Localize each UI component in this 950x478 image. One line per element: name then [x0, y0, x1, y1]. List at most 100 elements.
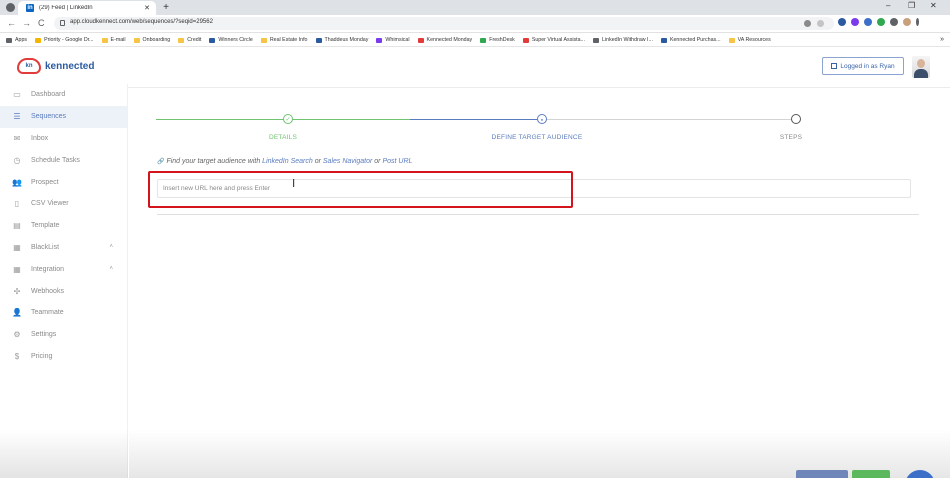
- bookmark-item[interactable]: VA Resources: [728, 37, 771, 43]
- cloud-logo-icon: kn: [17, 58, 41, 74]
- url-omnibox[interactable]: app.cloudkennect.com/web/sequences/?seqi…: [54, 17, 834, 30]
- bookmark-label: Real Estate Info: [269, 37, 308, 43]
- bookmark-item[interactable]: Kennected Monday: [417, 37, 472, 43]
- sidebar-item-template[interactable]: ▤ Template: [0, 215, 127, 237]
- sidebar-item-blacklist[interactable]: ▦ BlackList ˄: [0, 237, 127, 259]
- profile-avatar-icon[interactable]: [903, 18, 911, 26]
- teammate-icon: 👤: [12, 308, 22, 318]
- bookmarks-bar: Apps Priority - Google Dr... E-mail Onboard…: [0, 34, 950, 47]
- bookmark-label: Onboarding: [142, 37, 171, 43]
- bookmark-item[interactable]: Real Estate Info: [260, 37, 308, 43]
- gear-icon: ⚙: [13, 330, 21, 340]
- extension-icon[interactable]: [877, 18, 885, 26]
- clock-icon: ◷: [13, 155, 21, 165]
- bookmark-item[interactable]: Priority - Google Dr...: [35, 37, 94, 43]
- bookmarks-overflow-icon[interactable]: »: [940, 36, 944, 43]
- new-tab-button[interactable]: +: [160, 2, 172, 13]
- extension-icon[interactable]: [864, 18, 872, 26]
- key-icon[interactable]: [804, 20, 811, 27]
- section-divider: [157, 214, 919, 215]
- sidebar-item-settings[interactable]: ⚙ Settings: [0, 324, 127, 346]
- bookmark-label: Apps: [15, 37, 28, 43]
- sidebar-item-prospect[interactable]: 👥 Prospect: [0, 171, 127, 193]
- sidebar-item-label: Dashboard: [31, 91, 66, 99]
- bookmark-item[interactable]: Credit: [178, 37, 201, 43]
- chevron-up-icon[interactable]: ˄: [109, 244, 113, 250]
- step-target-audience-marker[interactable]: ●: [537, 114, 547, 124]
- file-icon: ▯: [14, 199, 20, 209]
- step-steps-marker[interactable]: [791, 114, 801, 124]
- browser-tab-linkedin[interactable]: in (29) Feed | LinkedIn ✕: [18, 1, 156, 15]
- back-step-button[interactable]: [796, 470, 848, 478]
- step-details-marker[interactable]: ✓: [283, 114, 293, 124]
- bookmark-item[interactable]: Whimsical: [376, 37, 410, 43]
- bookmark-label: VA Resources: [737, 37, 771, 43]
- back-button[interactable]: ←: [7, 18, 16, 28]
- linkedin-search-link[interactable]: LinkedIn Search: [262, 158, 313, 165]
- url-text: app.cloudkennect.com/web/sequences/?seqi…: [70, 19, 213, 25]
- extensions-toolbar: [838, 18, 919, 26]
- close-window-button[interactable]: ✕: [930, 1, 937, 10]
- sidebar-item-label: Sequences: [31, 113, 67, 121]
- bookmark-item[interactable]: Thaddeus Monday: [315, 37, 368, 43]
- bookmark-icon: [480, 37, 487, 43]
- bookmark-icon: [376, 37, 383, 43]
- forward-button[interactable]: →: [22, 18, 31, 28]
- sidebar-item-csv-viewer[interactable]: ▯ CSV Viewer: [0, 193, 127, 215]
- post-url-link[interactable]: Post URL: [382, 158, 412, 165]
- extension-icon[interactable]: [838, 18, 846, 26]
- sidebar-item-webhooks[interactable]: ✣ Webhooks: [0, 280, 127, 302]
- sidebar-item-label: Pricing: [31, 352, 53, 360]
- list-icon: ☰: [13, 112, 21, 122]
- chevron-up-icon[interactable]: ˄: [109, 266, 113, 272]
- bookmark-item[interactable]: FreshDesk: [480, 37, 515, 43]
- link-icon: 🔗: [157, 159, 165, 165]
- sidebar-item-inbox[interactable]: ✉ Inbox: [0, 128, 127, 150]
- menu-dots-icon[interactable]: [916, 18, 919, 26]
- webhook-icon: ✣: [13, 286, 21, 296]
- bookmark-item[interactable]: Winners Circle: [209, 37, 253, 43]
- sidebar-item-schedule-tasks[interactable]: ◷ Schedule Tasks: [0, 149, 127, 171]
- extension-icon[interactable]: [851, 18, 859, 26]
- reload-button[interactable]: C: [38, 18, 45, 28]
- minimize-button[interactable]: –: [886, 1, 890, 10]
- sidebar-item-pricing[interactable]: $ Pricing: [0, 346, 127, 368]
- bookmark-label: Credit: [187, 37, 202, 43]
- bookmark-item[interactable]: E-mail: [101, 37, 126, 43]
- bookmark-label: LinkedIn Withdraw I...: [602, 37, 653, 43]
- kennected-logo[interactable]: kn kennected: [17, 58, 94, 74]
- step-connector-current: [410, 119, 537, 120]
- bookmark-item[interactable]: LinkedIn Withdraw I...: [593, 37, 653, 43]
- browser-profile-icon[interactable]: [6, 3, 15, 12]
- bookmark-label: FreshDesk: [489, 37, 515, 43]
- bookmark-label: Kennected Purchas...: [669, 37, 721, 43]
- bookmark-item[interactable]: Kennected Purchas...: [660, 37, 721, 43]
- app-header: kn kennected Logged in as Ryan: [0, 48, 950, 88]
- bookmark-label: Super Virtual Assista...: [531, 37, 586, 43]
- or-text: or: [312, 158, 323, 165]
- sidebar-item-sequences[interactable]: ☰ Sequences: [0, 105, 127, 128]
- user-avatar[interactable]: [912, 56, 930, 78]
- target-url-input[interactable]: [157, 179, 911, 198]
- close-tab-icon[interactable]: ✕: [142, 4, 152, 12]
- bookmark-item[interactable]: Onboarding: [133, 37, 171, 43]
- star-icon[interactable]: [817, 20, 824, 27]
- bookmark-icon: [260, 37, 267, 43]
- step-details-label: DETAILS: [268, 134, 298, 141]
- sidebar-item-teammate[interactable]: 👤 Teammate: [0, 302, 127, 324]
- puzzle-icon[interactable]: [890, 18, 898, 26]
- sales-navigator-link[interactable]: Sales Navigator: [323, 158, 372, 165]
- sidebar-item-dashboard[interactable]: ▭ Dashboard: [0, 84, 127, 106]
- sidebar-item-label: Template: [31, 222, 60, 230]
- bookmark-item[interactable]: Apps: [6, 37, 27, 43]
- next-step-button[interactable]: [852, 470, 890, 478]
- integration-icon: ▦: [13, 264, 21, 274]
- bookmark-icon: [209, 37, 216, 43]
- sidebar-item-integration[interactable]: ▦ Integration ˄: [0, 258, 127, 280]
- bookmark-item[interactable]: Super Virtual Assista...: [522, 37, 586, 43]
- monitor-icon: ▭: [13, 90, 21, 100]
- bookmark-icon: [133, 37, 140, 43]
- maximize-button[interactable]: ❐: [908, 1, 915, 10]
- sidebar-item-label: Prospect: [31, 178, 59, 186]
- logged-in-button[interactable]: Logged in as Ryan: [822, 57, 904, 75]
